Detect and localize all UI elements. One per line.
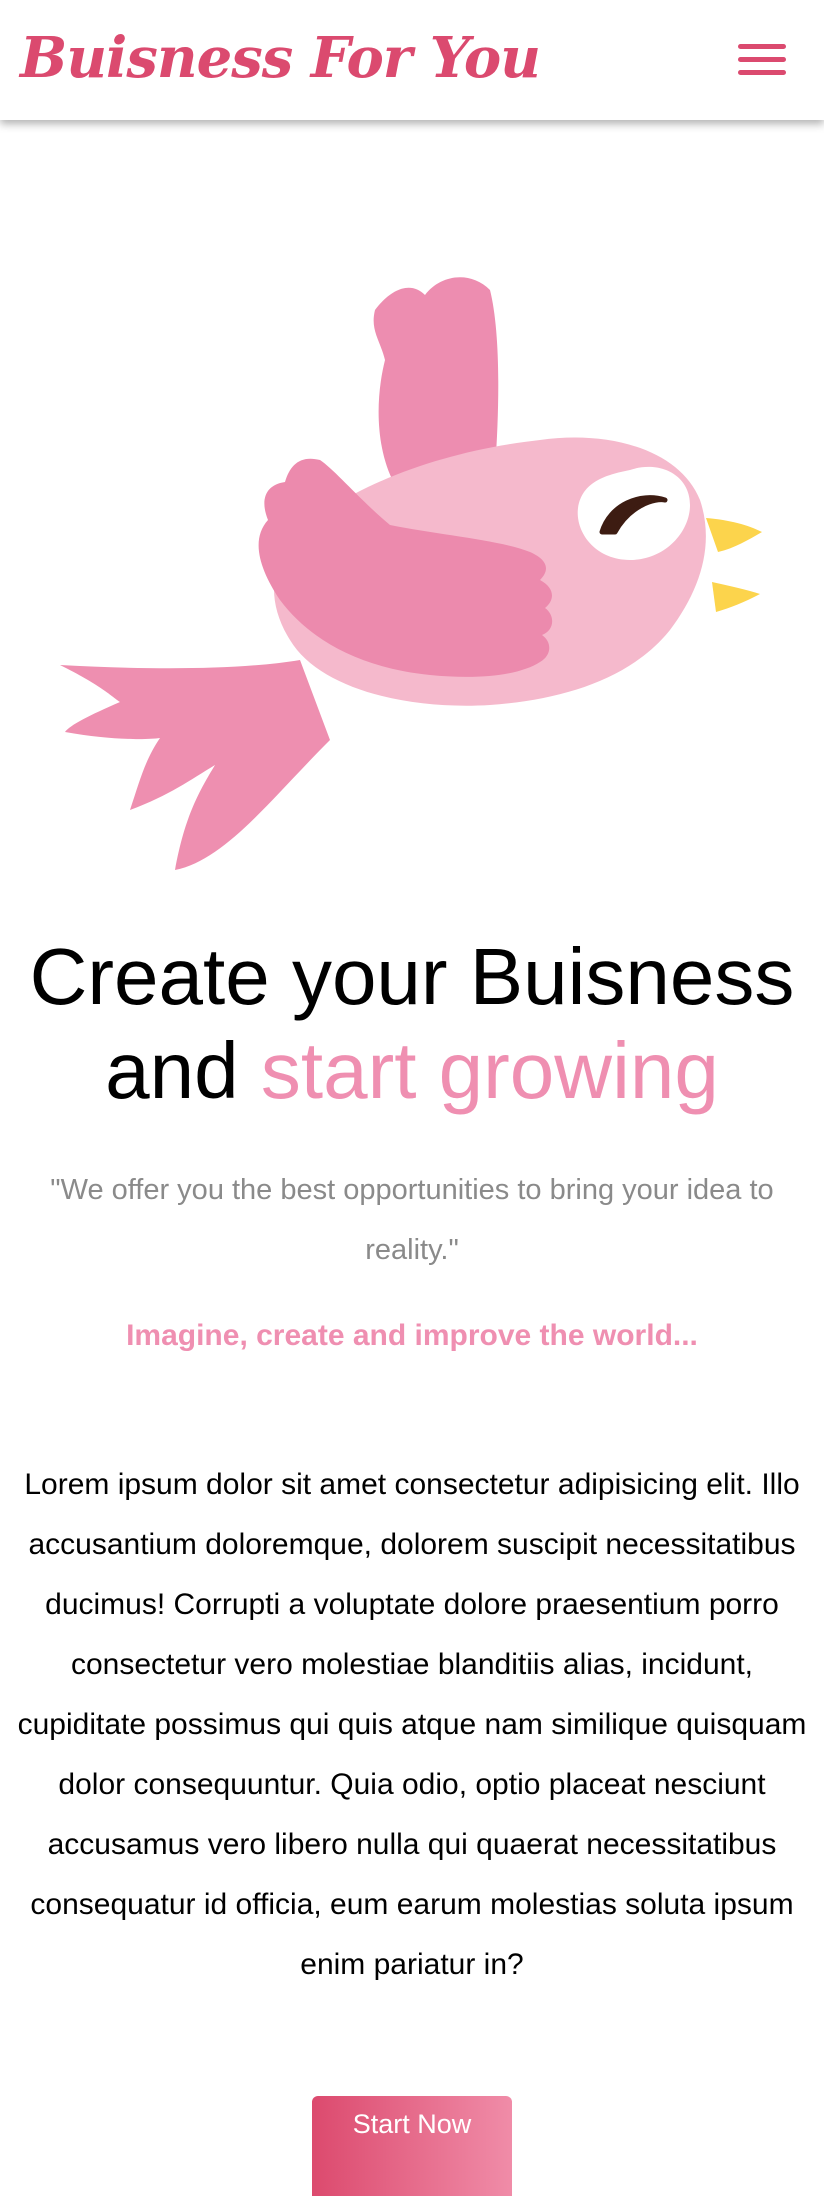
bird-beak-lower	[712, 582, 760, 612]
site-header: Buisness For You	[0, 0, 824, 120]
hamburger-menu-icon-bar-bottom	[738, 70, 786, 75]
start-now-button[interactable]: Start Now	[312, 2096, 512, 2196]
hero-headline: Create your Buisness and start growing	[0, 930, 824, 1118]
menu-button[interactable]	[734, 40, 790, 80]
hero-illustration	[0, 270, 824, 890]
hero-tagline: Imagine, create and improve the world...	[126, 1319, 698, 1352]
brand-logo[interactable]: Buisness For You	[20, 22, 541, 94]
headline-line-1: Create your Buisness	[29, 932, 795, 1021]
hero-quote: "We offer you the best opportunities to …	[50, 1174, 774, 1266]
pink-bird-icon	[60, 277, 762, 870]
intro-paragraph: Lorem ipsum dolor sit amet consectetur a…	[17, 1468, 807, 1981]
headline-line-2-plain: and	[105, 1026, 261, 1115]
bird-beak-upper	[706, 518, 762, 552]
headline-accent: start growing	[260, 1026, 719, 1115]
hamburger-menu-icon-bar-middle	[738, 57, 786, 62]
bird-tail	[60, 660, 330, 870]
hamburger-menu-icon-bar-top	[738, 44, 786, 49]
